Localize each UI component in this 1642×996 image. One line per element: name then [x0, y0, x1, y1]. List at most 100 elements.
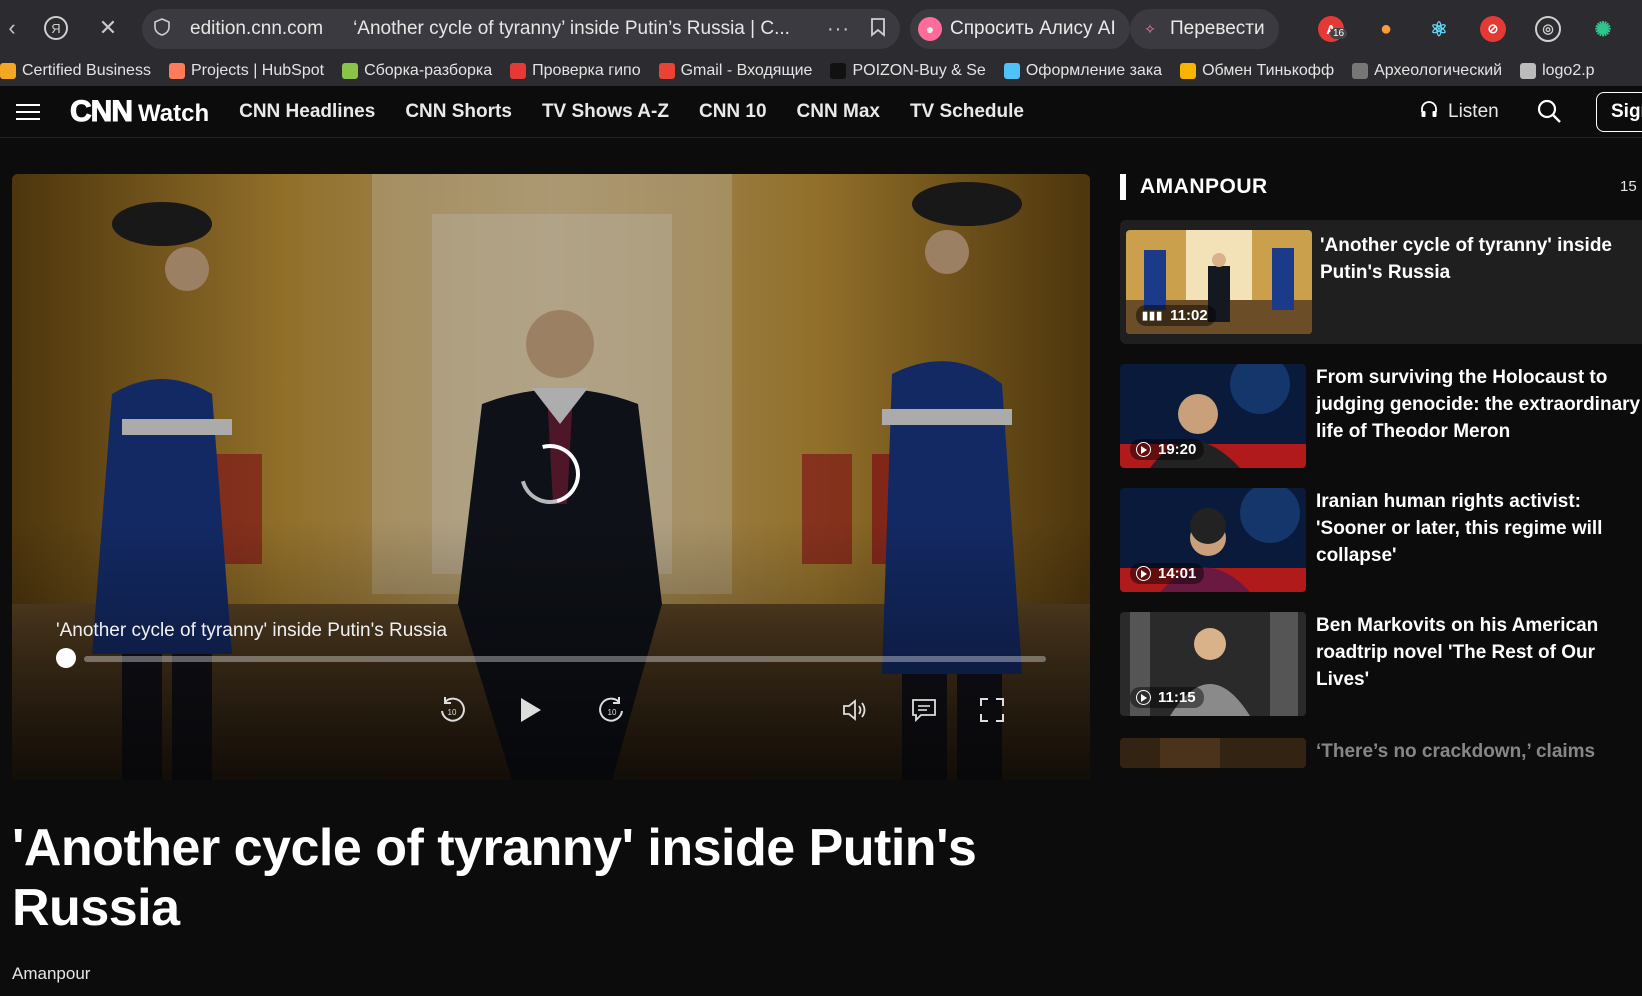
fullscreen-button[interactable] — [974, 692, 1010, 728]
nav-link-tv-shows[interactable]: TV Shows A-Z — [542, 101, 669, 123]
volume-icon — [843, 699, 866, 721]
headphones-icon — [1420, 100, 1438, 123]
translate-label: Перевести — [1170, 18, 1265, 39]
playlist-item[interactable]: ‘There’s no crackdown,’ claims — [1120, 738, 1642, 768]
rewind-icon: 10 — [441, 697, 465, 722]
alice-icon: ● — [918, 17, 942, 41]
now-playing-icon: ▮▮▮ — [1142, 310, 1164, 322]
playlist-item-title: Iranian human rights activist: 'Sooner o… — [1316, 491, 1603, 566]
gmail-icon — [658, 63, 675, 79]
more-options-icon[interactable]: ··· — [827, 18, 850, 41]
stop-loading-icon[interactable]: ✕ — [88, 8, 128, 48]
bookmark-item[interactable]: Gmail - Входящие — [658, 62, 813, 80]
shop-icon — [1003, 63, 1020, 79]
play-circle-icon — [1136, 690, 1151, 705]
translate-button[interactable]: ✧ Перевести — [1130, 9, 1279, 49]
bookmark-item[interactable]: Обмен Тинькофф — [1180, 62, 1334, 80]
bookmark-item[interactable]: logo2.p — [1520, 62, 1595, 80]
nav-link-tv-schedule[interactable]: TV Schedule — [910, 101, 1024, 123]
hubspot-icon — [168, 63, 185, 79]
video-thumbnail — [1120, 738, 1306, 768]
listen-label: Listen — [1448, 100, 1499, 122]
rewind-10-button[interactable]: 10 — [434, 692, 470, 728]
bookmark-item[interactable]: Certified Business — [0, 62, 151, 80]
ask-alice-button[interactable]: ● Спросить Алису AI — [910, 9, 1130, 49]
fullscreen-icon — [980, 698, 1004, 722]
cnn-watch-logo[interactable]: CNN Watch — [70, 94, 210, 129]
video-thumbnail: 14:01 — [1120, 488, 1306, 592]
shield-icon — [154, 17, 174, 41]
bookmark-item[interactable]: Сборка-разборка — [342, 62, 492, 80]
logo-watch: Watch — [138, 99, 210, 127]
translate-icon: ✧ — [1144, 20, 1156, 37]
block-extension-icon[interactable]: ⊘ — [1480, 16, 1506, 42]
bookmark-item[interactable]: Археологический — [1352, 62, 1502, 80]
tab-page-title: ‘Another cycle of tyranny’ inside Putin’… — [353, 18, 790, 39]
forward-icon: 10 — [599, 697, 623, 722]
menu-icon[interactable] — [16, 103, 40, 120]
duration-badge: 11:15 — [1130, 687, 1204, 708]
nav-link-cnn-max[interactable]: CNN Max — [797, 101, 880, 123]
play-button[interactable] — [512, 692, 548, 728]
yandex-icon[interactable]: Я — [36, 8, 76, 48]
bookmark-icon[interactable] — [870, 17, 886, 42]
target-extension-icon[interactable]: ◎ — [1535, 16, 1561, 42]
video-thumbnail: 11:15 — [1120, 612, 1306, 716]
site-header: CNN Watch CNN Headlines CNN Shorts TV Sh… — [0, 86, 1642, 138]
bookmark-label: Обмен Тинькофф — [1202, 62, 1335, 79]
captions-icon — [912, 699, 936, 723]
progress-scrubber[interactable] — [56, 648, 76, 668]
bookmark-label: Gmail - Входящие — [680, 62, 813, 79]
coin-icon — [1180, 63, 1197, 79]
bookmark-label: Сборка-разборка — [364, 62, 493, 79]
address-bar[interactable]: edition.cnn.com ‘Another cycle of tyrann… — [142, 9, 900, 49]
bookmark-label: Оформление зака — [1025, 62, 1163, 79]
sign-in-button[interactable]: Sign — [1596, 92, 1642, 132]
play-circle-icon — [1136, 566, 1151, 581]
playlist-item[interactable]: 19:20 From surviving the Holocaust to ju… — [1120, 364, 1642, 488]
progress-bar[interactable] — [84, 656, 1046, 662]
chatgpt-extension-icon[interactable]: ✺ — [1590, 16, 1616, 42]
video-title: 'Another cycle of tyranny' inside Putin'… — [56, 620, 448, 641]
play-circle-icon — [1136, 442, 1151, 457]
duration-text: 11:02 — [1170, 307, 1208, 324]
nav-link-shorts[interactable]: CNN Shorts — [405, 101, 512, 123]
opera-icon — [510, 63, 527, 79]
bookmarks-bar: Certified Business Projects | HubSpot Сбор… — [0, 56, 1642, 86]
duration-text: 19:20 — [1158, 441, 1197, 458]
video-thumbnail: ▮▮▮ 11:02 — [1126, 230, 1312, 334]
bookmark-item[interactable]: Оформление зака — [1003, 62, 1163, 80]
playlist-item[interactable]: 11:15 Ben Markovits on his American road… — [1120, 612, 1642, 736]
forward-label: 10 — [608, 708, 617, 717]
playlist-item[interactable]: 14:01 Iranian human rights activist: 'So… — [1120, 488, 1642, 612]
folder-icon — [342, 63, 359, 79]
bookmark-label: logo2.p — [1542, 62, 1595, 79]
bookmark-item[interactable]: Projects | HubSpot — [168, 62, 325, 80]
file-icon — [1520, 63, 1537, 79]
captions-button[interactable] — [906, 692, 942, 728]
nav-link-cnn10[interactable]: CNN 10 — [699, 101, 767, 123]
extension-icon-orange[interactable]: ● — [1373, 16, 1399, 42]
forward-10-button[interactable]: 10 — [594, 692, 630, 728]
search-icon[interactable] — [1536, 98, 1562, 124]
back-icon[interactable]: ‹ — [0, 8, 32, 48]
bookmark-item[interactable]: POIZON-Buy & Se — [830, 62, 986, 80]
playlist-title: AMANPOUR — [1140, 175, 1268, 198]
volume-button[interactable] — [838, 692, 874, 728]
nav-link-headlines[interactable]: CNN Headlines — [239, 101, 375, 123]
listen-button[interactable]: Listen — [1420, 100, 1499, 123]
bookmark-label: Projects | HubSpot — [190, 62, 325, 79]
duration-text: 14:01 — [1158, 565, 1197, 582]
logo-cnn: CNN — [70, 94, 134, 128]
react-devtools-icon[interactable]: ⚛ — [1426, 16, 1452, 42]
playlist-item-title: From surviving the Holocaust to judging … — [1316, 367, 1641, 442]
extension-badge: 16 — [1330, 28, 1348, 39]
video-player[interactable]: 'Another cycle of tyranny' inside Putin'… — [12, 174, 1090, 780]
show-name-link[interactable]: Amanpour — [12, 964, 90, 984]
playlist-item[interactable]: ▮▮▮ 11:02 'Another cycle of tyranny' insi… — [1120, 220, 1642, 344]
bookmark-label: Археологический — [1374, 62, 1503, 79]
browser-toolbar: ‹ Я ✕ edition.cnn.com ‘Another cycle of … — [0, 0, 1642, 56]
playlist-item-title: 'Another cycle of tyranny' inside Putin'… — [1320, 235, 1612, 283]
playlist-count: 15 — [1620, 178, 1637, 195]
bookmark-item[interactable]: Проверка гипо — [510, 62, 641, 80]
